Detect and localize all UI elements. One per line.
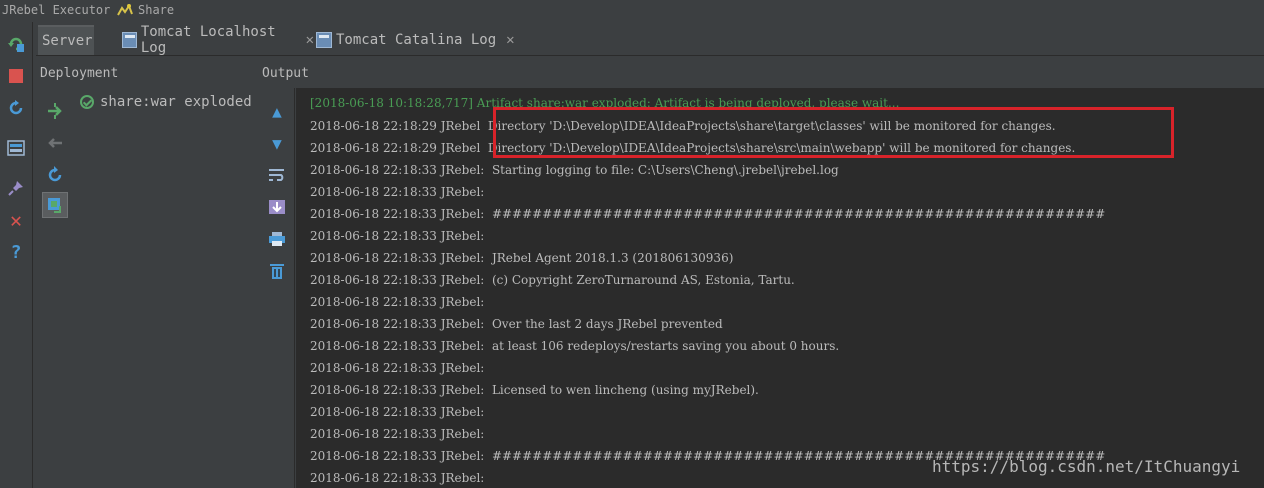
close-icon[interactable]: ✕ (6, 208, 26, 232)
console-output[interactable]: [2018-06-18 10:18:28,717] Artifact share… (296, 88, 1264, 488)
project-name: Share (138, 3, 175, 17)
layout-icon[interactable] (6, 138, 26, 158)
deploy-icon[interactable] (42, 98, 68, 124)
close-tab-icon[interactable]: ✕ (306, 32, 314, 48)
rerun-icon[interactable] (6, 34, 26, 54)
undeploy-icon[interactable] (42, 130, 68, 156)
print-icon[interactable] (266, 228, 288, 250)
help-icon[interactable]: ? (6, 242, 26, 263)
console-line: 2018-06-18 22:18:33 JRebel: (310, 185, 485, 199)
stop-icon[interactable] (6, 66, 26, 86)
highlight-box (493, 107, 1174, 158)
jrebel-icon (116, 3, 134, 19)
console-line: 2018-06-18 22:18:33 JRebel: (310, 229, 485, 243)
console-line: 2018-06-18 22:18:33 JRebel: JRebel Agent… (310, 251, 734, 265)
pin-icon[interactable] (6, 178, 26, 198)
artifact-icon[interactable] (42, 192, 68, 218)
deployment-header: Deployment (40, 66, 119, 81)
output-toolbar: ▲ ▼ (260, 88, 295, 488)
watermark: https://blog.csdn.net/ItChuangyi (932, 457, 1241, 476)
log-file-icon (316, 32, 332, 48)
tab-label: Tomcat Catalina Log (336, 32, 497, 48)
check-circle-icon (80, 95, 94, 109)
deployment-toolbar (38, 88, 72, 488)
console-line: 2018-06-18 22:18:33 JRebel: ############… (310, 207, 1106, 221)
scroll-down-icon[interactable]: ▼ (266, 132, 288, 154)
tab-server[interactable]: Server (38, 25, 94, 55)
deployment-item-label: share:war exploded (100, 94, 252, 110)
output-header: Output (262, 66, 309, 81)
scroll-up-icon[interactable]: ▲ (266, 100, 288, 122)
log-file-icon (122, 32, 137, 48)
console-line: 2018-06-18 22:18:33 JRebel: (310, 361, 485, 375)
console-line: 2018-06-18 22:18:33 JRebel: Licensed to … (310, 383, 759, 397)
tab-label: Tomcat Localhost Log (140, 24, 276, 56)
scroll-to-end-icon[interactable] (266, 196, 288, 218)
tab-tomcat-localhost-log[interactable]: Tomcat Localhost Log ✕ (96, 24, 314, 56)
update-icon[interactable] (6, 98, 26, 118)
console-line: 2018-06-18 22:18:33 JRebel: Over the las… (310, 317, 723, 331)
soft-wrap-icon[interactable] (266, 164, 288, 186)
redeploy-icon[interactable] (42, 162, 68, 188)
run-toolbar: ✕ ? (0, 22, 33, 488)
console-line: 2018-06-18 22:18:33 JRebel: (c) Copyrigh… (310, 273, 795, 287)
console-line: 2018-06-18 22:18:33 JRebel: (310, 427, 485, 441)
run-config-title: JRebel Executor (2, 3, 111, 17)
tab-tomcat-catalina-log[interactable]: Tomcat Catalina Log ✕ (316, 25, 526, 55)
tab-label: Server (42, 33, 93, 49)
console-line: 2018-06-18 22:18:33 JRebel: Starting log… (310, 163, 839, 177)
console-line: 2018-06-18 22:18:33 JRebel: (310, 405, 485, 419)
panel-headers: Deployment Output (36, 62, 1264, 86)
console-line: 2018-06-18 22:18:33 JRebel: (310, 295, 485, 309)
deployment-panel: share:war exploded (36, 88, 261, 488)
title-bar: JRebel Executor Share (0, 0, 1264, 22)
clear-icon[interactable] (266, 260, 288, 282)
tab-bar: Server Tomcat Localhost Log ✕ Tomcat Cat… (36, 24, 1264, 56)
deployment-item[interactable]: share:war exploded (80, 94, 252, 110)
close-tab-icon[interactable]: ✕ (506, 32, 514, 48)
console-line: 2018-06-18 22:18:33 JRebel: (310, 471, 485, 485)
console-line: 2018-06-18 22:18:33 JRebel: at least 106… (310, 339, 840, 353)
